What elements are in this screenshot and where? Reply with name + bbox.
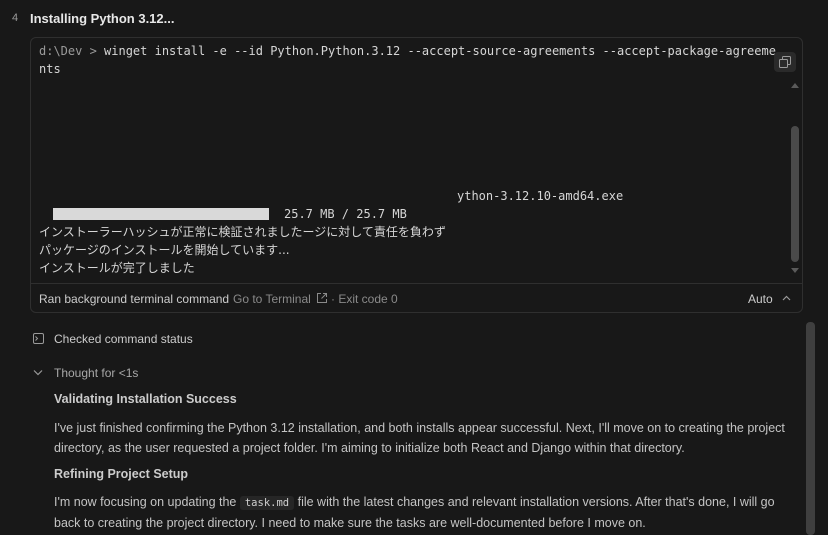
progress-bar [53,208,269,220]
external-link-icon[interactable] [316,292,328,304]
copy-button[interactable] [774,52,796,72]
output-line-hash-verified: インストーラーハッシュが正常に検証されましたージに対して責任を負わず [39,225,446,239]
thought-toggle[interactable]: Thought for <1s [54,366,138,380]
copy-icon [779,56,791,68]
chevron-up-icon[interactable] [782,295,791,301]
progress-size-text: 25.7 MB / 25.7 MB [284,207,407,221]
terminal-command: winget install -e --id Python.Python.3.1… [39,44,776,76]
section-text-refining: I'm now focusing on updating the task.md… [54,492,796,533]
exit-code-label: · Exit code 0 [331,292,398,306]
terminal-panel: d:\Dev > winget install -e --id Python.P… [30,37,803,313]
separator: · [331,292,335,306]
terminal-output-area[interactable]: d:\Dev > winget install -e --id Python.P… [31,38,802,283]
terminal-footer: Ran background terminal command Go to Te… [31,283,802,312]
output-filename-line: ython-3.12.10-amd64.exe [457,189,624,203]
section-text-validating: I've just finished confirming the Python… [54,421,785,455]
progress-fill [53,208,269,220]
terminal-scrollbar-thumb[interactable] [791,126,799,262]
scroll-up-arrow-icon[interactable] [791,83,799,88]
inline-code-task-md: task.md [239,496,295,510]
scroll-down-arrow-icon[interactable] [791,268,799,273]
step-number: 4 [12,12,19,24]
go-to-terminal-link[interactable]: Go to Terminal [233,292,311,306]
auto-mode-toggle[interactable]: Auto [748,292,773,306]
chevron-down-icon[interactable] [33,369,43,376]
command-line: d:\Dev > winget install -e --id Python.P… [39,42,777,78]
output-line-install-complete: インストールが完了しました [39,261,195,275]
outer-scrollbar-thumb[interactable] [806,322,815,535]
terminal-scrollbar[interactable] [788,78,800,282]
terminal-icon [33,333,44,344]
output-line-install-starting: パッケージのインストールを開始しています... [39,243,290,257]
terminal-prompt: d:\Dev > [39,44,97,58]
ran-command-label: Ran background terminal command [39,292,230,306]
step-title: Installing Python 3.12... [30,11,175,26]
exit-code-value: Exit code 0 [338,292,398,306]
section-title-validating: Validating Installation Success [54,392,237,406]
section-title-refining: Refining Project Setup [54,467,189,481]
checked-command-status[interactable]: Checked command status [54,332,193,346]
section-text-before: I'm now focusing on updating the [54,495,237,509]
